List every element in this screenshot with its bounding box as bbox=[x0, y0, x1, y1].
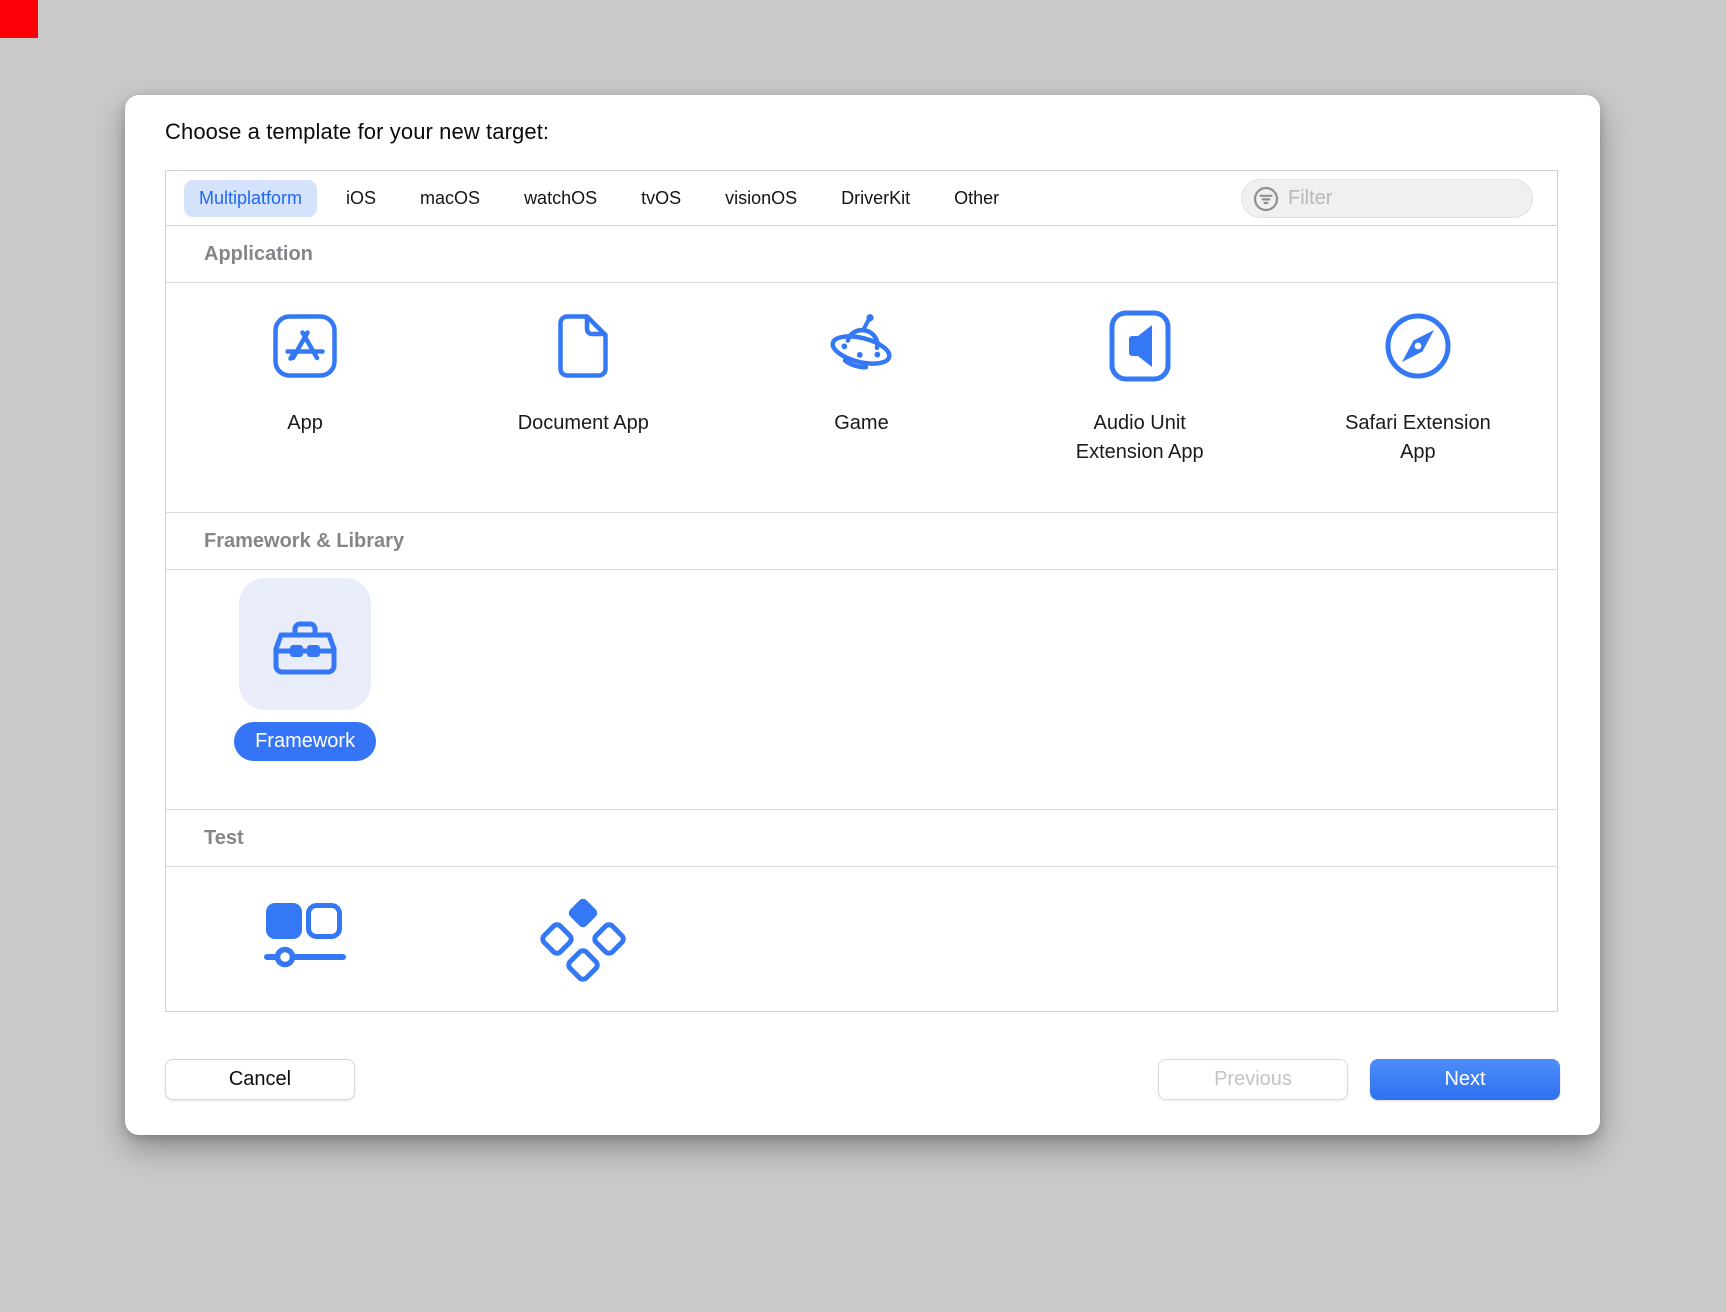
filter-field[interactable] bbox=[1241, 179, 1533, 218]
framework-items: Framework bbox=[166, 570, 1557, 810]
template-item-ui-testing-bundle[interactable] bbox=[166, 867, 444, 1011]
template-item-label: Game bbox=[834, 409, 888, 438]
template-chooser-panel: Multiplatform iOS macOS watchOS tvOS vis… bbox=[165, 170, 1558, 1012]
template-item-game[interactable]: Game bbox=[722, 283, 1000, 512]
test-items bbox=[166, 867, 1557, 1011]
tab-multiplatform[interactable]: Multiplatform bbox=[184, 180, 317, 217]
section-title: Test bbox=[204, 827, 244, 850]
template-item-label: Audio Unit Extension App bbox=[1076, 409, 1204, 467]
cancel-button[interactable]: Cancel bbox=[165, 1059, 355, 1100]
dialog-title: Choose a template for your new target: bbox=[165, 119, 549, 145]
ufo-icon bbox=[817, 307, 905, 385]
ui-testing-bundle-icon bbox=[259, 895, 351, 973]
section-title: Framework & Library bbox=[204, 530, 404, 553]
selected-item-label-pill: Framework bbox=[234, 722, 376, 761]
template-item-label: Safari Extension App bbox=[1345, 409, 1491, 467]
tab-driverkit[interactable]: DriverKit bbox=[826, 180, 925, 217]
document-icon bbox=[557, 307, 609, 385]
safari-compass-icon bbox=[1383, 307, 1453, 385]
template-item-label: App bbox=[287, 409, 323, 438]
tab-visionos[interactable]: visionOS bbox=[710, 180, 812, 217]
tab-watchos[interactable]: watchOS bbox=[509, 180, 612, 217]
unit-testing-bundle-icon bbox=[539, 895, 627, 983]
template-item-document-app[interactable]: Document App bbox=[444, 283, 722, 512]
application-items: App Document App bbox=[166, 283, 1557, 513]
tab-tvos[interactable]: tvOS bbox=[626, 180, 696, 217]
selected-item-highlight bbox=[239, 578, 371, 710]
section-header-framework-library: Framework & Library bbox=[166, 513, 1557, 570]
tab-macos[interactable]: macOS bbox=[405, 180, 495, 217]
template-item-audio-unit-extension-app[interactable]: Audio Unit Extension App bbox=[1001, 283, 1279, 512]
section-header-test: Test bbox=[166, 810, 1557, 867]
section-header-application: Application bbox=[166, 226, 1557, 283]
tab-other[interactable]: Other bbox=[939, 180, 1014, 217]
template-item-label: Document App bbox=[518, 409, 649, 438]
previous-button[interactable]: Previous bbox=[1158, 1059, 1348, 1100]
audio-unit-icon bbox=[1109, 307, 1171, 385]
tab-ios[interactable]: iOS bbox=[331, 180, 391, 217]
app-store-icon bbox=[272, 307, 338, 385]
template-item-app[interactable]: App bbox=[166, 283, 444, 512]
template-item-framework-selected[interactable]: Framework bbox=[166, 570, 444, 809]
new-target-template-dialog: Choose a template for your new target: M… bbox=[125, 95, 1600, 1135]
next-button[interactable]: Next bbox=[1370, 1059, 1560, 1100]
toolbox-icon bbox=[266, 611, 344, 677]
template-item-unit-testing-bundle[interactable] bbox=[444, 867, 722, 1011]
section-title: Application bbox=[204, 243, 313, 266]
platform-tab-bar: Multiplatform iOS macOS watchOS tvOS vis… bbox=[166, 171, 1557, 226]
filter-input[interactable] bbox=[1288, 187, 1521, 210]
red-corner-marker bbox=[0, 0, 38, 38]
filter-circle-icon bbox=[1253, 186, 1279, 212]
template-item-safari-extension-app[interactable]: Safari Extension App bbox=[1279, 283, 1557, 512]
